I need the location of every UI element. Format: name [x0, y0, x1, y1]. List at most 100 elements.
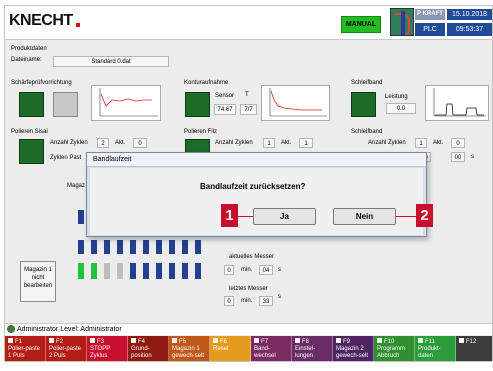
mode-indicator: MANUAL [341, 16, 381, 33]
filz-zyklen-label: Anzahl Zyklen [215, 140, 253, 146]
machine-status-icon [390, 8, 414, 36]
dialog-title: Bandlaufzeit [87, 153, 426, 167]
callout-1: 1 [221, 204, 238, 227]
fkey-number: F1 [8, 338, 42, 346]
fkey-label: Reset [213, 346, 229, 352]
magazin-slot [156, 263, 162, 279]
kontur-title: Konturaufnahme [184, 80, 229, 86]
fkey-f9[interactable]: F9 Magazin 2 gewech-selt [333, 336, 374, 361]
filz-akt-field: 1 [299, 138, 313, 148]
aktuelles-s-label: s [278, 267, 281, 273]
fkey-number: F7 [254, 338, 288, 346]
fkey-f10[interactable]: F10 Programm Abbruch [374, 336, 415, 361]
leistung-field: 0.0 [386, 103, 416, 114]
sisal-past-label: Zyklen Past [50, 155, 82, 161]
schleifband-zyklen-label: Anzahl Zyklen [368, 140, 406, 146]
aktuelles-sec-field: 04 [259, 265, 273, 275]
magazin-label: Magaz [67, 183, 86, 189]
user-icon [7, 325, 15, 333]
fkey-label: Einstel-lungen [295, 346, 316, 359]
time-display: 09:53:37 [447, 23, 492, 36]
knecht-logo: KNECHT [9, 12, 73, 29]
kontur-t-label: T [245, 92, 249, 98]
produktdaten-title: Produktdaten [11, 46, 47, 52]
fkey-number: F12 [459, 338, 492, 346]
fkey-f11[interactable]: F11 Produkt-daten [415, 336, 456, 361]
sisal-title: Polieren Sisal [11, 129, 48, 135]
fkey-label: STOPP Zyklus [90, 346, 111, 359]
yes-button[interactable]: Ja [253, 208, 316, 225]
sisal-zyklen-field: 2 [97, 138, 109, 148]
fkey-number: F10 [377, 338, 411, 346]
aktuelles-min-field: 0 [224, 265, 234, 275]
schleifband-s-label: s [471, 154, 474, 160]
fkey-f4[interactable]: F4 Grund-position [128, 336, 169, 361]
fkey-number: F3 [90, 338, 124, 346]
fkey-label: Produkt-daten [418, 346, 441, 359]
fkey-label: Grund-position [131, 346, 152, 359]
status-user: Administrator [17, 326, 59, 333]
filz-status-green [185, 139, 210, 153]
fkey-label: Programm Abbruch [377, 346, 406, 359]
plc-top-label: P KRAFT [415, 9, 445, 20]
schleifband-title-1: Schleifband [351, 80, 383, 86]
fkey-number: F4 [131, 338, 165, 346]
no-button[interactable]: Nein [333, 208, 396, 225]
schleifband-zyklen-field: 1 [415, 138, 427, 148]
magazin-slot [182, 240, 188, 254]
callout-2-line [396, 216, 416, 217]
fkey-f3[interactable]: F3 STOPP Zyklus [87, 336, 128, 361]
date-display: 15.10.2018 [447, 9, 492, 20]
fkey-f2[interactable]: F2 Polier-paste 2 Puls [46, 336, 87, 361]
fkey-f7[interactable]: F7 Band-wechsel [251, 336, 292, 361]
schaerfe-chart-graphic [99, 88, 158, 117]
magazin-slot [78, 210, 84, 224]
magazin-slot [195, 240, 201, 254]
fkey-f8[interactable]: F8 Einstel-lungen [292, 336, 333, 361]
fkey-f1[interactable]: F1 Polier-paste 1 Puls [5, 336, 46, 361]
plc-indicator: PLC [415, 23, 445, 36]
letztes-min-label: min. [241, 298, 253, 304]
magazin-slot [104, 263, 110, 279]
magazin-slot [117, 263, 123, 279]
aktuelles-messer-label: aktuelles Messer [229, 254, 275, 260]
magazin-slot [156, 240, 162, 254]
schleifband-status-green [351, 92, 376, 117]
fkey-number: F2 [49, 338, 83, 346]
top-bar: KNECHT MANUAL P KRAFT PLC 15.10.2018 09:… [5, 6, 492, 40]
filz-akt-label: Akt. [281, 140, 292, 146]
magazin-slot [143, 263, 149, 279]
sisal-akt-label: Akt. [115, 140, 126, 146]
magazin-1-skip-button[interactable]: Magazin 1 nicht bearbeiten [20, 261, 56, 302]
fkey-number: F8 [295, 338, 329, 346]
schaerfe-title: Schärfeprüfvorrichtung [11, 80, 72, 86]
magazin-slot [78, 240, 84, 254]
fkey-f5[interactable]: F5 Magazin 1 gewech-selt [169, 336, 210, 361]
magazin-slot [117, 240, 123, 254]
status-bar: Administrator Level: Administrator [5, 323, 492, 335]
aktuelles-min-label: min. [241, 267, 253, 273]
fkey-label: Polier-paste 2 Puls [49, 346, 82, 359]
sisal-akt-field: 0 [133, 138, 147, 148]
letztes-min-field: 0 [224, 296, 234, 306]
magazin-slot [169, 263, 175, 279]
fkey-f12[interactable]: F12 [456, 336, 492, 361]
filz-zyklen-field: 1 [263, 138, 275, 148]
schaerfe-status-gray [53, 92, 78, 117]
app-window: KNECHT MANUAL P KRAFT PLC 15.10.2018 09:… [4, 5, 493, 362]
dateiname-field: Standard 0.dat [53, 56, 169, 67]
fkey-number: F5 [172, 338, 206, 346]
schleifband-akt-label: Akt. [433, 140, 444, 146]
logo-accent [76, 23, 80, 27]
fkey-number: F9 [336, 338, 370, 346]
dateiname-label: Dateiname: [11, 57, 42, 63]
schleifband-chart [425, 85, 489, 121]
magazin-slot [78, 263, 84, 279]
letztes-messer-label: letztes Messer [229, 286, 268, 292]
fkey-number: F11 [418, 338, 452, 346]
magazin-slot [104, 240, 110, 254]
fkey-f6[interactable]: F6 Reset [210, 336, 251, 361]
magazin-slot [130, 240, 136, 254]
schleifband-akt-field: 0 [451, 138, 465, 148]
sisal-zyklen-label: Anzahl Zyklen [50, 140, 88, 146]
